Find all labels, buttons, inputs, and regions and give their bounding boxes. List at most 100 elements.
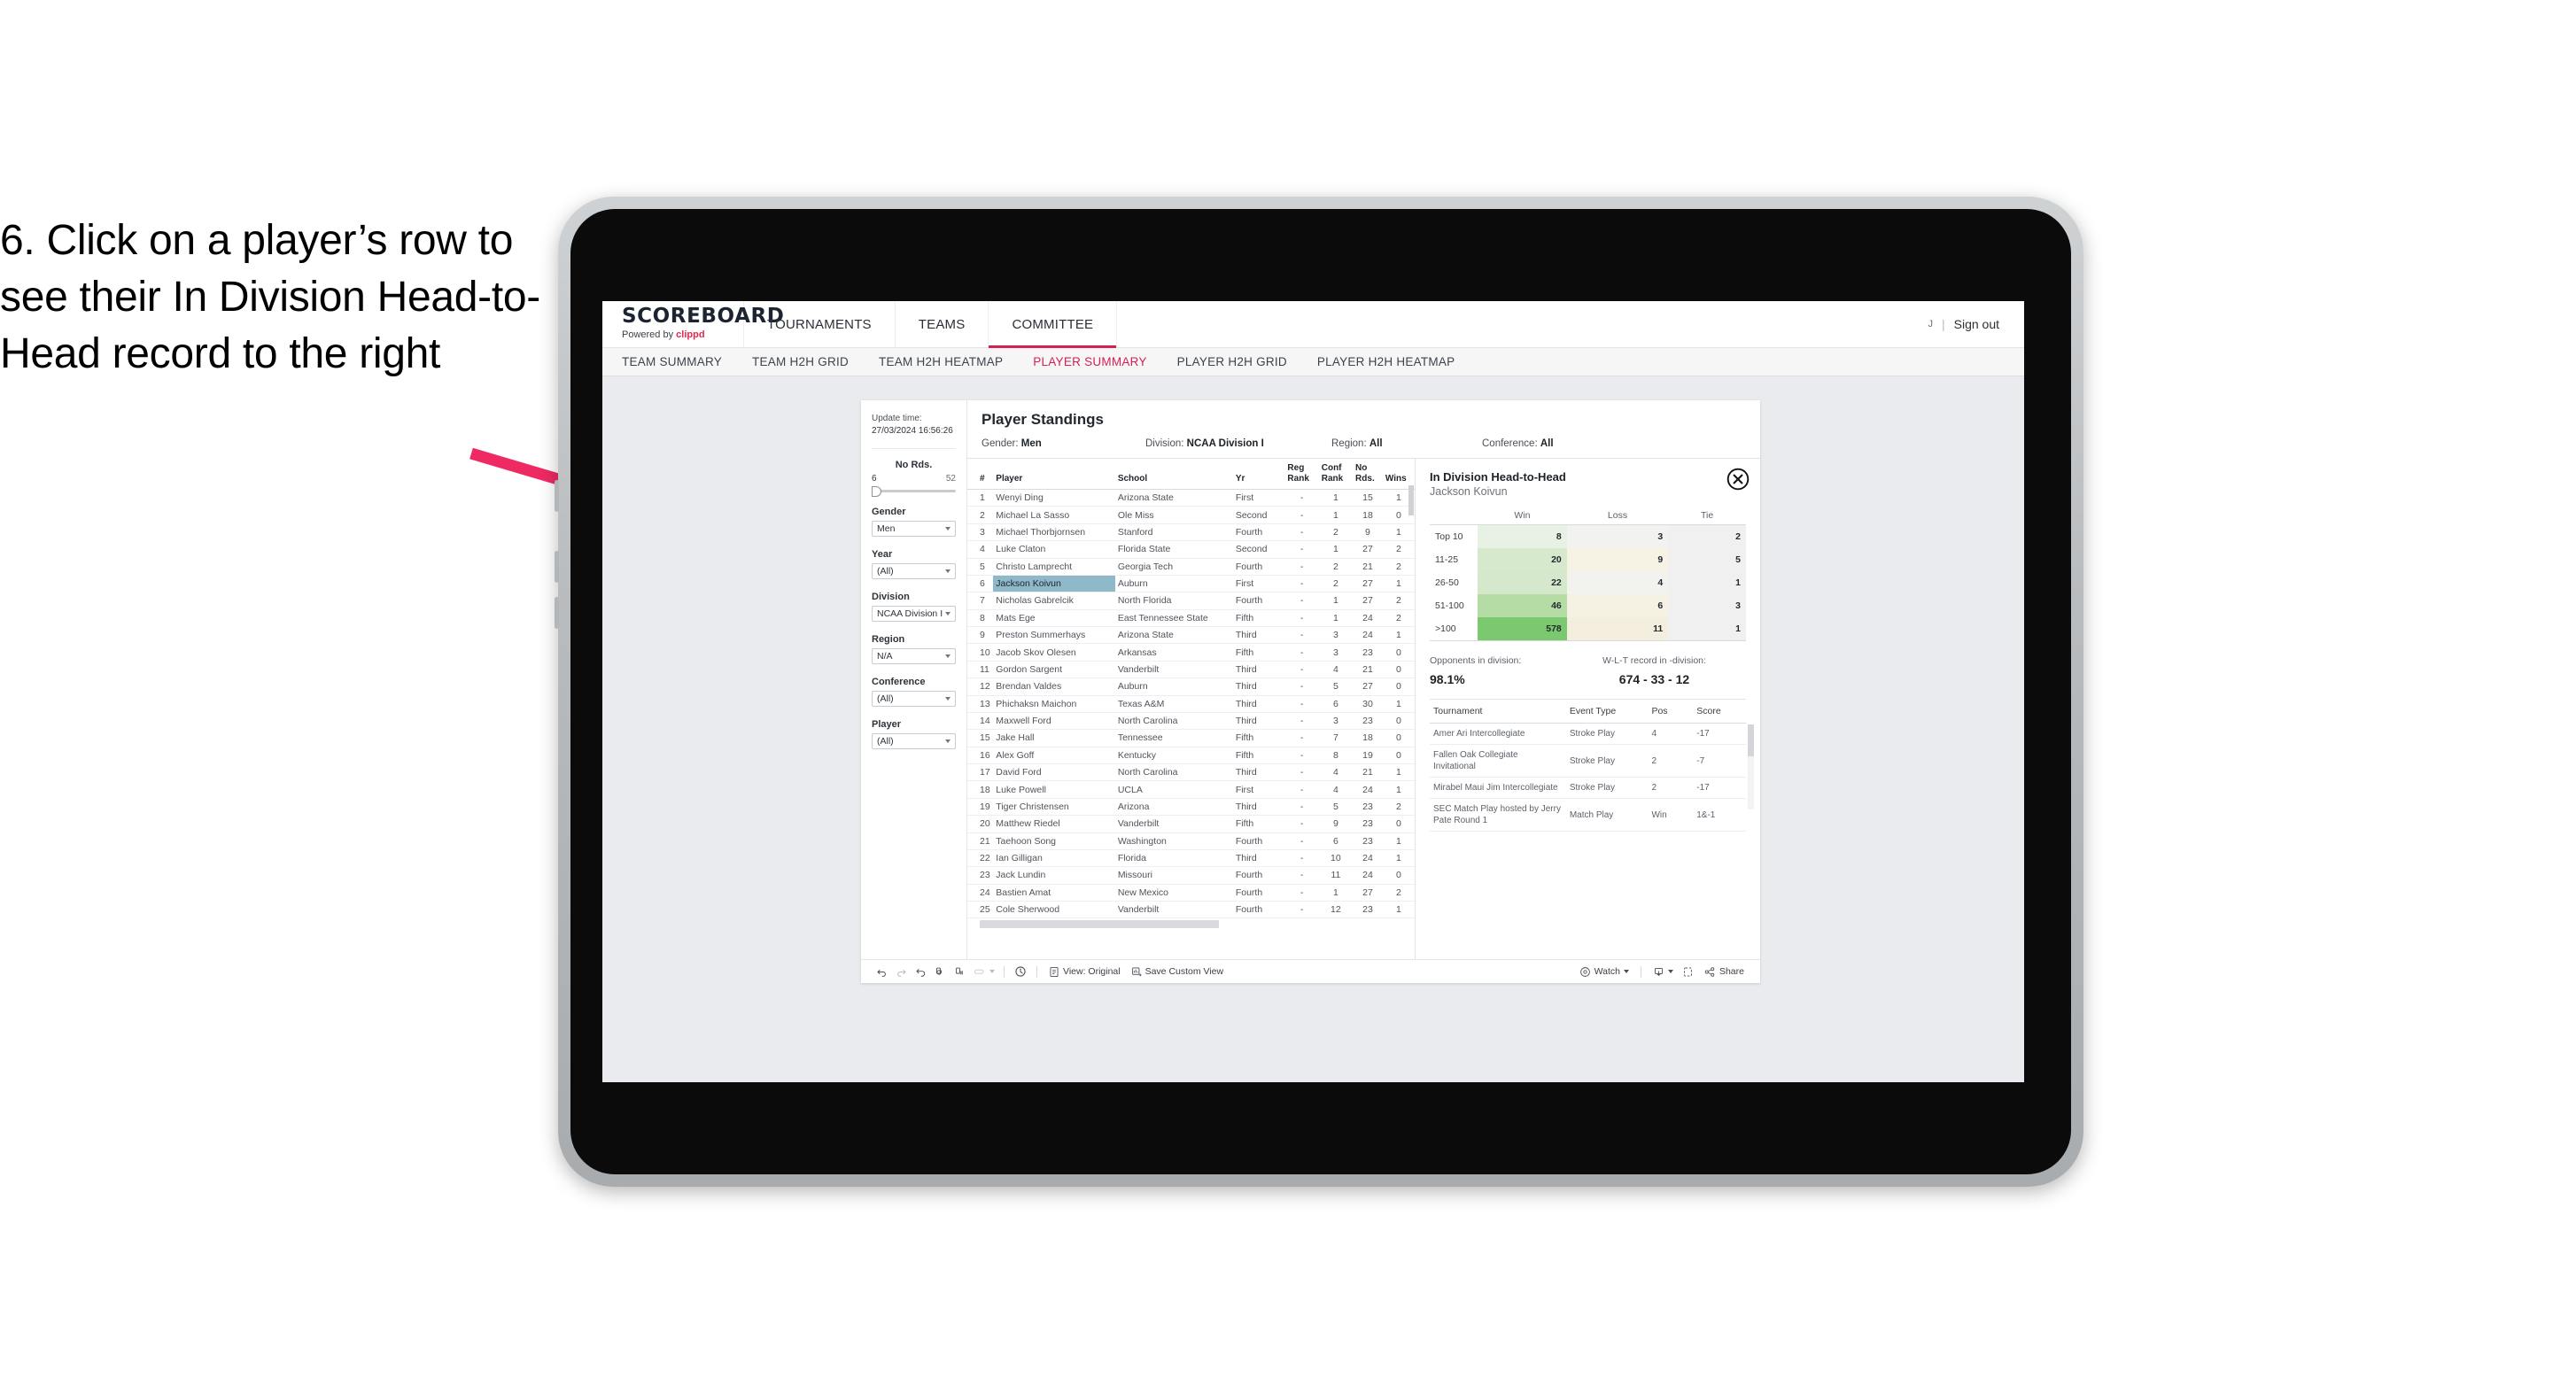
cell-school: North Carolina — [1114, 763, 1233, 782]
col-conf-rank[interactable]: Conf Rank — [1318, 459, 1354, 490]
alerts-clock-icon[interactable] — [1011, 963, 1030, 980]
cell-rank: 9 — [967, 626, 994, 645]
fullscreen-icon — [1684, 967, 1693, 976]
cell-no-rds: 23 — [1353, 798, 1383, 817]
filter-player-label: Player — [872, 719, 902, 730]
slider-track[interactable] — [872, 485, 956, 497]
standings-horizontal-scrollbar[interactable] — [967, 918, 1415, 931]
table-row[interactable]: 3 Michael Thorbjornsen Stanford Fourth -2 9 1 — [967, 523, 1415, 542]
fullscreen-button[interactable] — [1679, 963, 1698, 980]
tab-player-summary[interactable]: PLAYER SUMMARY — [1033, 355, 1146, 368]
filter-player-select[interactable]: (All) — [872, 733, 956, 749]
share-button[interactable]: Share — [1698, 966, 1750, 978]
table-row[interactable]: 11 Gordon Sargent Vanderbilt Third -4 21 0 — [967, 661, 1415, 679]
view-original-button[interactable]: View: Original — [1044, 966, 1126, 978]
nav-teams[interactable]: TEAMS — [896, 301, 989, 347]
app-screen: SCOREBOARD Powered by clippd TOURNAMENTS… — [602, 301, 2024, 1082]
watch-label: Watch — [1594, 966, 1620, 977]
col-no-rds[interactable]: No Rds. — [1353, 459, 1383, 490]
table-row[interactable]: 9 Preston Summerhays Arizona State Third -3 2… — [967, 626, 1415, 645]
cell-school: Washington — [1114, 832, 1233, 850]
h2h-summary-stats: Opponents in division: 98.1% W-L-T recor… — [1430, 655, 1746, 686]
cell-yr: Fifth — [1232, 815, 1285, 833]
cell-event-type: Match Play — [1565, 798, 1649, 832]
cell-school: Arizona State — [1114, 489, 1233, 507]
tab-team-h2h-heatmap[interactable]: TEAM H2H HEATMAP — [879, 355, 1003, 368]
revert-icon[interactable] — [911, 963, 930, 980]
tablet-button-volume-up — [555, 551, 559, 583]
tab-player-h2h-heatmap[interactable]: PLAYER H2H HEATMAP — [1317, 355, 1455, 368]
table-row[interactable]: 25 Cole Sherwood Vanderbilt Fourth -12 23 1 — [967, 901, 1415, 919]
filter-conference-select[interactable]: (All) — [872, 691, 956, 707]
download-button[interactable] — [1648, 966, 1679, 978]
tab-team-h2h-grid[interactable]: TEAM H2H GRID — [752, 355, 849, 368]
table-row[interactable]: 4 Luke Claton Florida State Second -1 27 2 — [967, 540, 1415, 559]
standings-vertical-scrollbar[interactable] — [1408, 485, 1414, 947]
table-row[interactable]: 20 Matthew Riedel Vanderbilt Fifth -9 23 0 — [967, 815, 1415, 833]
table-row[interactable]: 16 Alex Goff Kentucky Fifth -8 19 0 — [967, 747, 1415, 765]
filter-gender: Gender Men — [872, 507, 956, 537]
scrollbar-thumb[interactable] — [980, 920, 1219, 929]
tab-player-h2h-grid[interactable]: PLAYER H2H GRID — [1177, 355, 1287, 368]
chevron-down-icon — [1667, 970, 1673, 973]
tab-team-summary[interactable]: TEAM SUMMARY — [622, 355, 722, 368]
share-icon — [1704, 966, 1715, 977]
filter-no-rounds-slider[interactable]: No Rds. 6 52 — [872, 460, 956, 497]
filter-division-select[interactable]: NCAA Division I — [872, 606, 956, 622]
filter-region-value: N/A — [877, 651, 893, 662]
scrollbar-thumb[interactable] — [1748, 724, 1754, 756]
table-row[interactable]: 22 Ian Gilligan Florida Third -10 24 1 — [967, 849, 1415, 868]
col-reg-rank[interactable]: Reg Rank — [1284, 459, 1319, 490]
table-row[interactable]: 15 Jake Hall Tennessee Fifth -7 18 0 — [967, 729, 1415, 747]
cell-rank: 17 — [967, 763, 994, 782]
table-row[interactable]: 2 Michael La Sasso Ole Miss Second -1 18 0 — [967, 506, 1415, 524]
table-row[interactable]: 6 Jackson Koivun Auburn First -2 27 1 — [967, 575, 1415, 593]
table-row[interactable]: 23 Jack Lundin Missouri Fourth -11 24 0 — [967, 866, 1415, 885]
tournament-vertical-scrollbar[interactable] — [1748, 724, 1754, 809]
table-row[interactable]: 10 Jacob Skov Olesen Arkansas Fifth -3 23 0 — [967, 643, 1415, 662]
save-custom-view-button[interactable]: Save Custom View — [1126, 966, 1230, 978]
pause-updates-icon[interactable] — [950, 963, 969, 980]
cell-no-rds: 24 — [1353, 609, 1383, 628]
close-circle-icon[interactable] — [1726, 468, 1750, 491]
cell-player: Ian Gilligan — [993, 849, 1115, 868]
filter-division-label: Division — [872, 592, 910, 602]
col-rank[interactable]: # — [967, 459, 994, 490]
col-player[interactable]: Player — [993, 459, 1115, 490]
nav-tournaments[interactable]: TOURNAMENTS — [744, 301, 896, 347]
table-row[interactable]: 5 Christo Lamprecht Georgia Tech Fourth -2 21… — [967, 558, 1415, 576]
table-row[interactable]: 19 Tiger Christensen Arizona Third -5 23 2 — [967, 798, 1415, 817]
nav-committee[interactable]: COMMITTEE — [989, 301, 1118, 348]
cell-player: Luke Powell — [993, 780, 1115, 799]
highlight-menu[interactable] — [969, 966, 997, 978]
table-row[interactable]: 17 David Ford North Carolina Third -4 21 1 — [967, 763, 1415, 782]
table-row[interactable]: 13 Phichaksn Maichon Texas A&M Third -6 30 1 — [967, 695, 1415, 713]
table-row[interactable]: 14 Maxwell Ford North Carolina Third -3 23 0 — [967, 712, 1415, 731]
col-school[interactable]: School — [1114, 459, 1233, 490]
table-row[interactable]: 18 Luke Powell UCLA First -4 24 1 — [967, 780, 1415, 799]
slider-handle[interactable] — [872, 485, 881, 497]
refresh-data-icon[interactable] — [930, 963, 950, 980]
watch-button[interactable]: Watch — [1574, 966, 1634, 978]
table-row[interactable]: 1 Wenyi Ding Arizona State First -1 15 1 — [967, 489, 1415, 507]
undo-icon[interactable] — [872, 963, 891, 980]
stat-opponents: Opponents in division: 98.1% — [1430, 655, 1563, 686]
h2h-band-label: 11-25 — [1435, 554, 1459, 565]
cell-yr: Third — [1232, 626, 1285, 645]
table-row[interactable]: 21 Taehoon Song Washington Fourth -6 23 1 — [967, 832, 1415, 850]
cell-player: Cole Sherwood — [993, 901, 1115, 919]
sign-out-link[interactable]: Sign out — [1954, 317, 1999, 331]
table-row[interactable]: 12 Brendan Valdes Auburn Third -5 27 0 — [967, 678, 1415, 696]
redo-icon[interactable] — [891, 963, 911, 980]
filter-gender-select[interactable]: Men — [872, 521, 956, 537]
cell-player: Matthew Riedel — [993, 815, 1115, 833]
filter-year-select[interactable]: (All) — [872, 563, 956, 579]
table-row[interactable]: 8 Mats Ege East Tennessee State Fifth -1 24 2 — [967, 609, 1415, 628]
scrollbar-thumb[interactable] — [1408, 485, 1414, 515]
page-title: Player Standings — [982, 411, 1104, 428]
filter-region-select[interactable]: N/A — [872, 648, 956, 664]
table-row[interactable]: 24 Bastien Amat New Mexico Fourth -1 27 2 — [967, 884, 1415, 902]
cell-rank: 13 — [967, 695, 994, 713]
table-row[interactable]: 7 Nicholas Gabrelcik North Florida Fourth -1… — [967, 592, 1415, 610]
col-yr[interactable]: Yr — [1232, 459, 1285, 490]
